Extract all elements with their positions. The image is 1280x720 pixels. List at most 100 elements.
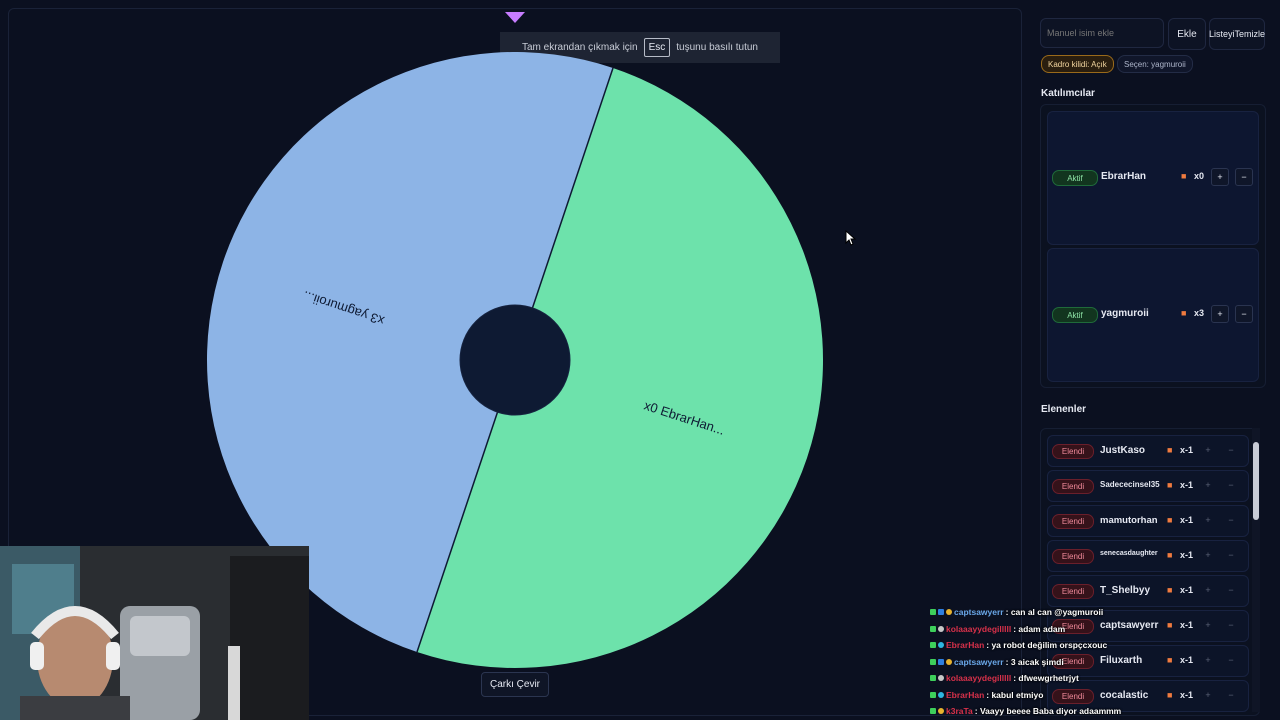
mouse-cursor-icon [845,230,857,246]
chat-text: : can al can @yagmuroii [1005,607,1104,618]
chat-message: captsawyerr : can al can @yagmuroii [930,604,1170,621]
badge-icon [938,658,944,665]
badge-icon [938,708,944,715]
eliminated-row: Elendi T_Shelbyy ■ x-1 + − [1047,575,1249,607]
eliminated-name: T_Shelbyy [1100,585,1151,596]
badge-icon [930,642,936,649]
add-name-button[interactable]: Ekle [1168,18,1206,50]
decrement-button[interactable]: − [1224,688,1238,702]
scrollbar-thumb[interactable] [1253,442,1259,520]
clear-list-label-line1: Listeyi [1208,29,1235,39]
spin-wheel-button[interactable]: Çarkı Çevir [481,672,549,697]
webcam-overlay [0,546,309,720]
decrement-button[interactable]: − [1224,583,1238,597]
participant-card: Aktif yagmuroii ■ x3 + − [1047,248,1259,382]
clear-list-button[interactable]: Listeyi Temizle [1209,18,1265,50]
active-badge: Aktif [1052,170,1098,186]
eliminated-name: JustKaso [1100,445,1146,456]
chat-username[interactable]: kolaaayydegilllll [946,673,1011,683]
chat-username[interactable]: k3raTa [946,706,973,716]
badge-icon [946,609,952,616]
decrement-button[interactable]: − [1224,548,1238,562]
gift-icon: ■ [1167,585,1173,595]
chat-message: EbrarHan : kabul etmiyo [930,687,1170,704]
stream-chat-overlay: captsawyerr : can al can @yagmuroii kola… [930,604,1170,720]
decrement-button[interactable]: − [1224,653,1238,667]
chat-username[interactable]: EbrarHan [946,640,984,650]
selector-pill: Seçen: yagmuroii [1117,55,1193,73]
eliminated-multiplier: x-1 [1180,445,1194,455]
gift-icon: ■ [1167,480,1173,490]
chat-text: : dfwewgrhetrjyt [1013,673,1079,684]
participant-multiplier: x3 [1194,308,1205,318]
chat-username[interactable]: EbrarHan [946,690,984,700]
chat-message: EbrarHan : ya robot değilim orspçcxouc [930,637,1170,654]
decrement-button[interactable]: − [1224,513,1238,527]
chat-message: captsawyerr : 3 aicak şimdi [930,654,1170,671]
eliminated-title: Elenenler [1041,404,1087,415]
chat-text: : adam adam [1013,623,1066,634]
badge-icon [938,625,944,632]
badge-icon [930,625,936,632]
decrement-button[interactable]: − [1224,618,1238,632]
badge-icon [930,675,936,682]
increment-button[interactable]: + [1201,688,1215,702]
eliminated-multiplier: x-1 [1180,550,1194,560]
eliminated-badge: Elendi [1052,444,1094,459]
chat-text: : 3 aicak şimdi [1005,656,1064,667]
chat-message: kolaaayydegilllll : dfwewgrhetrjyt [930,670,1170,687]
increment-button[interactable]: + [1211,168,1229,186]
chat-text: : kabul etmiyo [986,689,1044,700]
badge-icon [946,658,952,665]
increment-button[interactable]: + [1201,443,1215,457]
badge-icon [938,675,944,682]
wheel-pointer-icon [505,12,525,23]
eliminated-row: Elendi senecasdaughter ■ x-1 + − [1047,540,1249,572]
chat-text: : Vaayy beeee Baba diyor adaammm [974,706,1122,717]
increment-button[interactable]: + [1201,478,1215,492]
chat-username[interactable]: kolaaayydegilllll [946,624,1011,634]
eliminated-scrollbar[interactable] [1252,428,1260,712]
eliminated-multiplier: x-1 [1180,480,1194,490]
eliminated-multiplier: x-1 [1180,655,1194,665]
badge-icon [930,691,936,698]
manual-name-input[interactable] [1040,18,1164,48]
participant-name: EbrarHan [1101,171,1147,182]
participant-multiplier: x0 [1194,171,1205,181]
increment-button[interactable]: + [1201,548,1215,562]
eliminated-multiplier: x-1 [1180,585,1194,595]
increment-button[interactable]: + [1211,305,1229,323]
increment-button[interactable]: + [1201,583,1215,597]
chat-username[interactable]: captsawyerr [954,607,1004,617]
participants-list: Aktif EbrarHan ■ x0 + − Aktif yagmuroii … [1040,104,1266,388]
clear-list-label-line2: Temizle [1234,29,1266,39]
eliminated-badge: Elendi [1052,549,1094,564]
eliminated-row: Elendi JustKaso ■ x-1 + − [1047,435,1249,467]
badge-icon [938,642,944,649]
decrement-button[interactable]: − [1235,305,1253,323]
eliminated-name: senecasdaughter [1100,550,1158,557]
chat-username[interactable]: captsawyerr [954,657,1004,667]
eliminated-name: Sadececinsel35 [1100,480,1160,489]
decrement-button[interactable]: − [1235,168,1253,186]
eliminated-name: mamutorhan [1100,515,1158,526]
participant-name: yagmuroii [1101,308,1149,319]
decrement-button[interactable]: − [1224,478,1238,492]
eliminated-row: Elendi Sadececinsel35 ■ x-1 + − [1047,470,1249,502]
badge-icon [930,609,936,616]
badge-icon [938,609,944,616]
eliminated-multiplier: x-1 [1180,515,1194,525]
increment-button[interactable]: + [1201,513,1215,527]
badge-icon [930,658,936,665]
roster-lock-pill[interactable]: Kadro kilidi: Açık [1041,55,1114,73]
gift-icon: ■ [1167,445,1173,455]
eliminated-multiplier: x-1 [1180,620,1194,630]
participants-title: Katılımcılar [1041,88,1095,99]
increment-button[interactable]: + [1201,618,1215,632]
active-badge: Aktif [1052,307,1098,323]
chat-message: k3raTa : Vaayy beeee Baba diyor adaammm [930,703,1170,720]
increment-button[interactable]: + [1201,653,1215,667]
decrement-button[interactable]: − [1224,443,1238,457]
gift-icon: ■ [1167,550,1173,560]
wheel-hub [459,304,571,416]
